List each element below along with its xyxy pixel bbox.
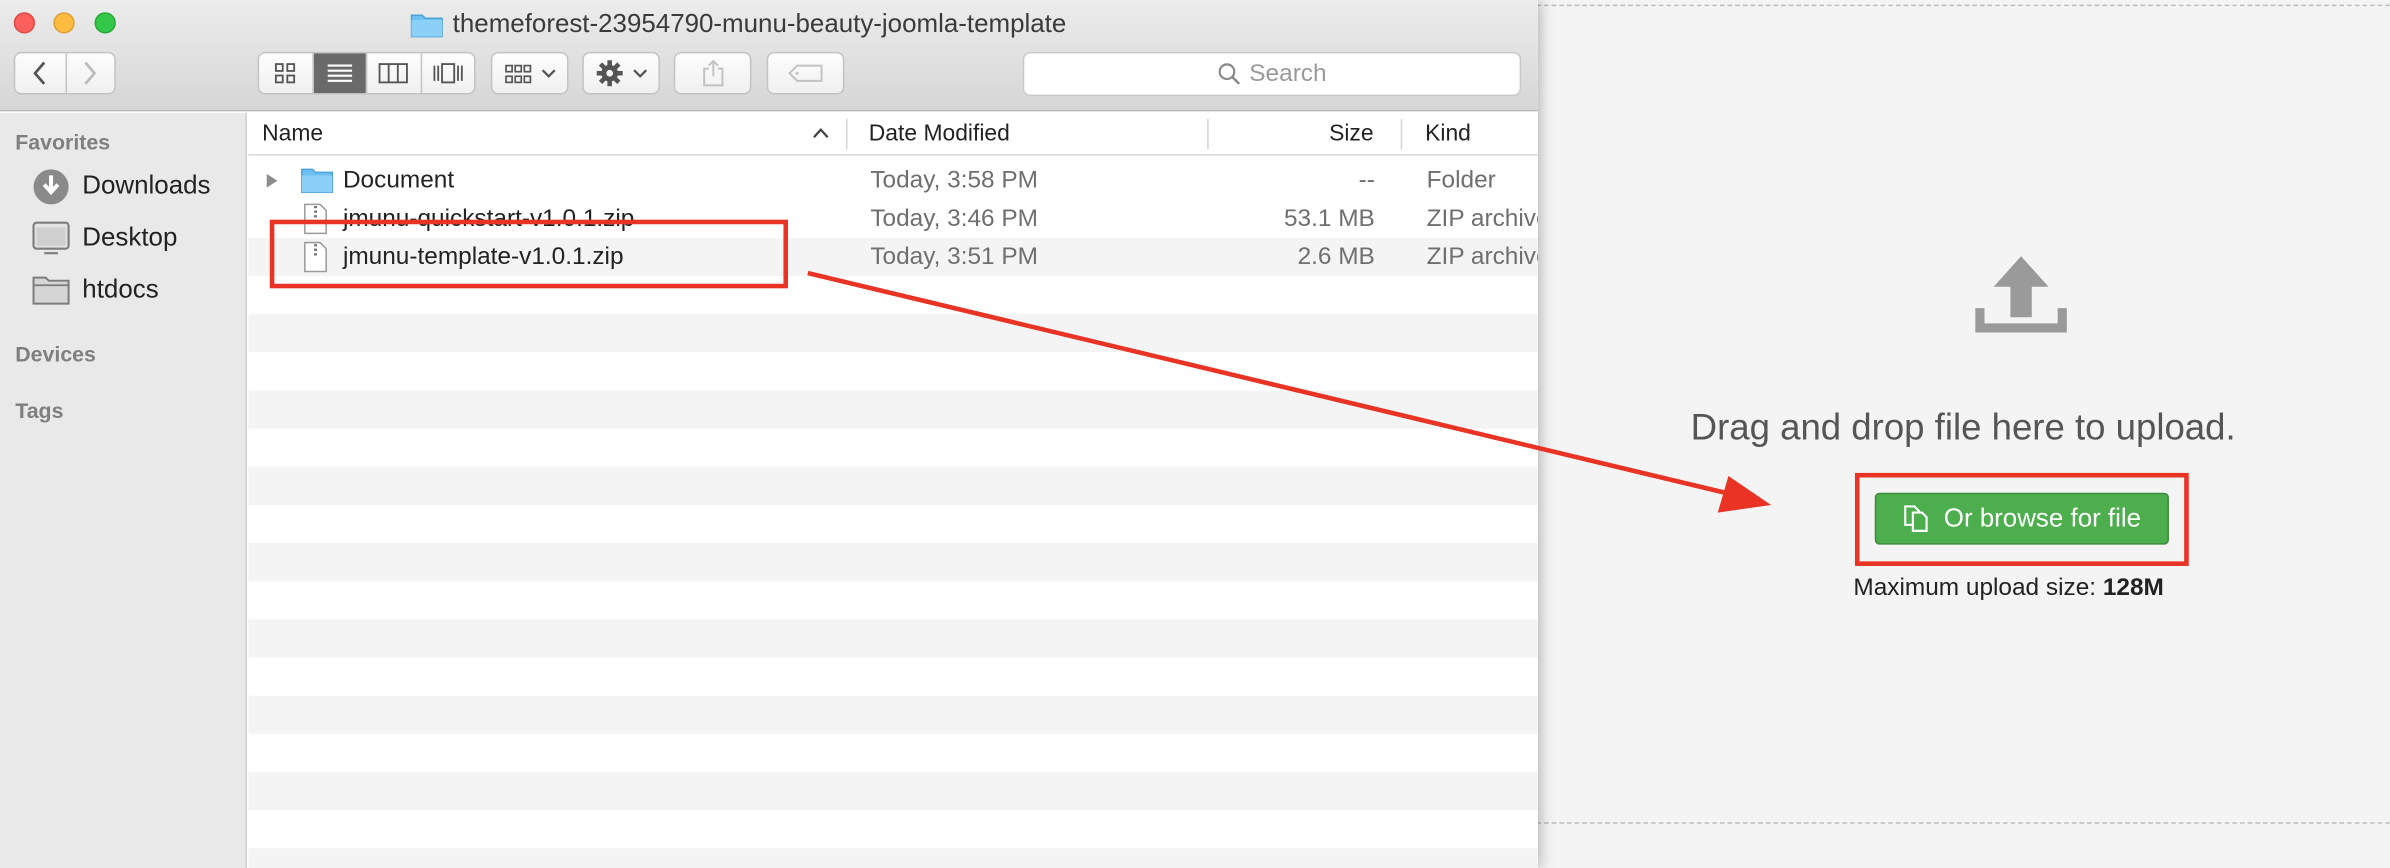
annotation-arrow xyxy=(807,270,1772,513)
screenshot-stage: Drag and drop file here to upload. Or br… xyxy=(0,0,2390,868)
